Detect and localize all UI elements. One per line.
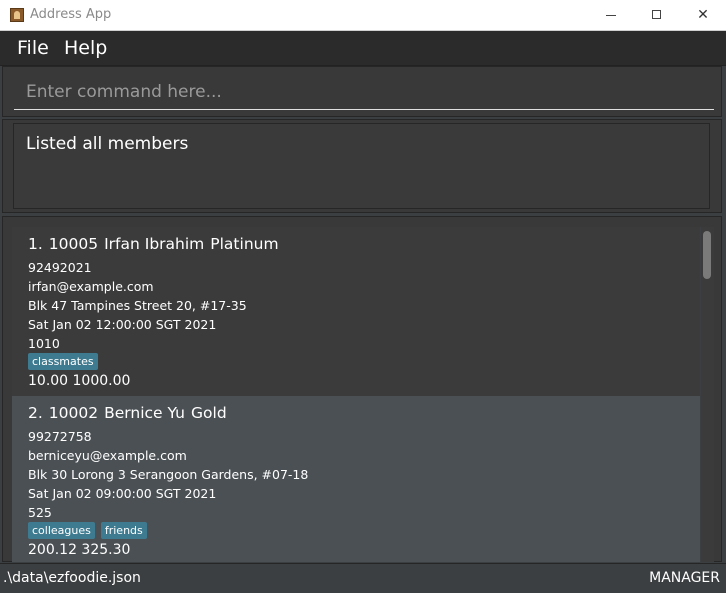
user-mode: MANAGER	[649, 570, 720, 586]
tag-badge: colleagues	[28, 522, 95, 539]
member-card[interactable]: 1. 10005 Irfan Ibrahim Platinum 92492021 ir…	[12, 227, 700, 396]
status-bar: .\data\ezfoodie.json MANAGER	[0, 563, 726, 593]
data-file-path: .\data\ezfoodie.json	[3, 570, 141, 586]
member-tags: colleagues friends	[28, 522, 147, 539]
member-id: 10005	[48, 235, 99, 253]
member-index: 1.	[28, 235, 43, 253]
result-text-area[interactable]: Listed all members	[13, 123, 710, 209]
app-icon	[10, 8, 24, 22]
window-title-bar: Address App ✕	[0, 0, 726, 31]
member-points: 525	[28, 505, 52, 520]
member-card-header: 2. 10002 Bernice Yu Gold	[28, 404, 233, 422]
member-list-panel: 1. 10005 Irfan Ibrahim Platinum 92492021 ir…	[2, 216, 722, 562]
member-list[interactable]: 1. 10005 Irfan Ibrahim Platinum 92492021 ir…	[12, 227, 714, 562]
tag-badge: friends	[100, 522, 147, 539]
member-name: Irfan Ibrahim	[104, 235, 205, 253]
minimize-icon	[606, 15, 616, 16]
minimize-button[interactable]	[588, 0, 634, 31]
member-card-selected[interactable]: 2. 10002 Bernice Yu Gold 99272758 berniceyu…	[12, 396, 700, 562]
command-box	[2, 66, 722, 117]
scrollbar-thumb[interactable]	[703, 231, 711, 279]
member-phone: 92492021	[28, 260, 92, 275]
maximize-icon	[652, 10, 661, 19]
command-input[interactable]	[14, 75, 714, 110]
member-index: 2.	[28, 404, 43, 422]
member-address: Blk 30 Lorong 3 Serangoon Gardens, #07-1…	[28, 467, 309, 482]
member-date: Sat Jan 02 09:00:00 SGT 2021	[28, 486, 217, 501]
tag-badge: classmates	[28, 353, 98, 370]
member-points: 1010	[28, 336, 60, 351]
member-phone: 99272758	[28, 429, 92, 444]
member-date: Sat Jan 02 12:00:00 SGT 2021	[28, 317, 217, 332]
member-card-header: 1. 10005 Irfan Ibrahim Platinum	[28, 235, 285, 253]
result-message: Listed all members	[26, 134, 189, 154]
member-address: Blk 47 Tampines Street 20, #17-35	[28, 298, 247, 313]
member-name: Bernice Yu	[104, 404, 186, 422]
member-amounts: 200.12 325.30	[28, 542, 131, 558]
window-title: Address App	[30, 7, 112, 22]
member-tier: Gold	[191, 404, 227, 422]
member-tier: Platinum	[210, 235, 279, 253]
list-scrollbar[interactable]	[701, 227, 714, 562]
menu-file[interactable]: File	[17, 37, 49, 59]
member-email: berniceyu@example.com	[28, 448, 187, 463]
menu-bar: File Help	[0, 31, 726, 66]
close-icon: ✕	[697, 7, 709, 23]
close-button[interactable]: ✕	[680, 0, 726, 31]
member-tags: classmates	[28, 353, 98, 370]
member-id: 10002	[48, 404, 99, 422]
member-amounts: 10.00 1000.00	[28, 373, 131, 389]
member-email: irfan@example.com	[28, 279, 154, 294]
maximize-button[interactable]	[634, 0, 680, 31]
menu-help[interactable]: Help	[64, 37, 107, 59]
result-display: Listed all members	[2, 119, 722, 213]
